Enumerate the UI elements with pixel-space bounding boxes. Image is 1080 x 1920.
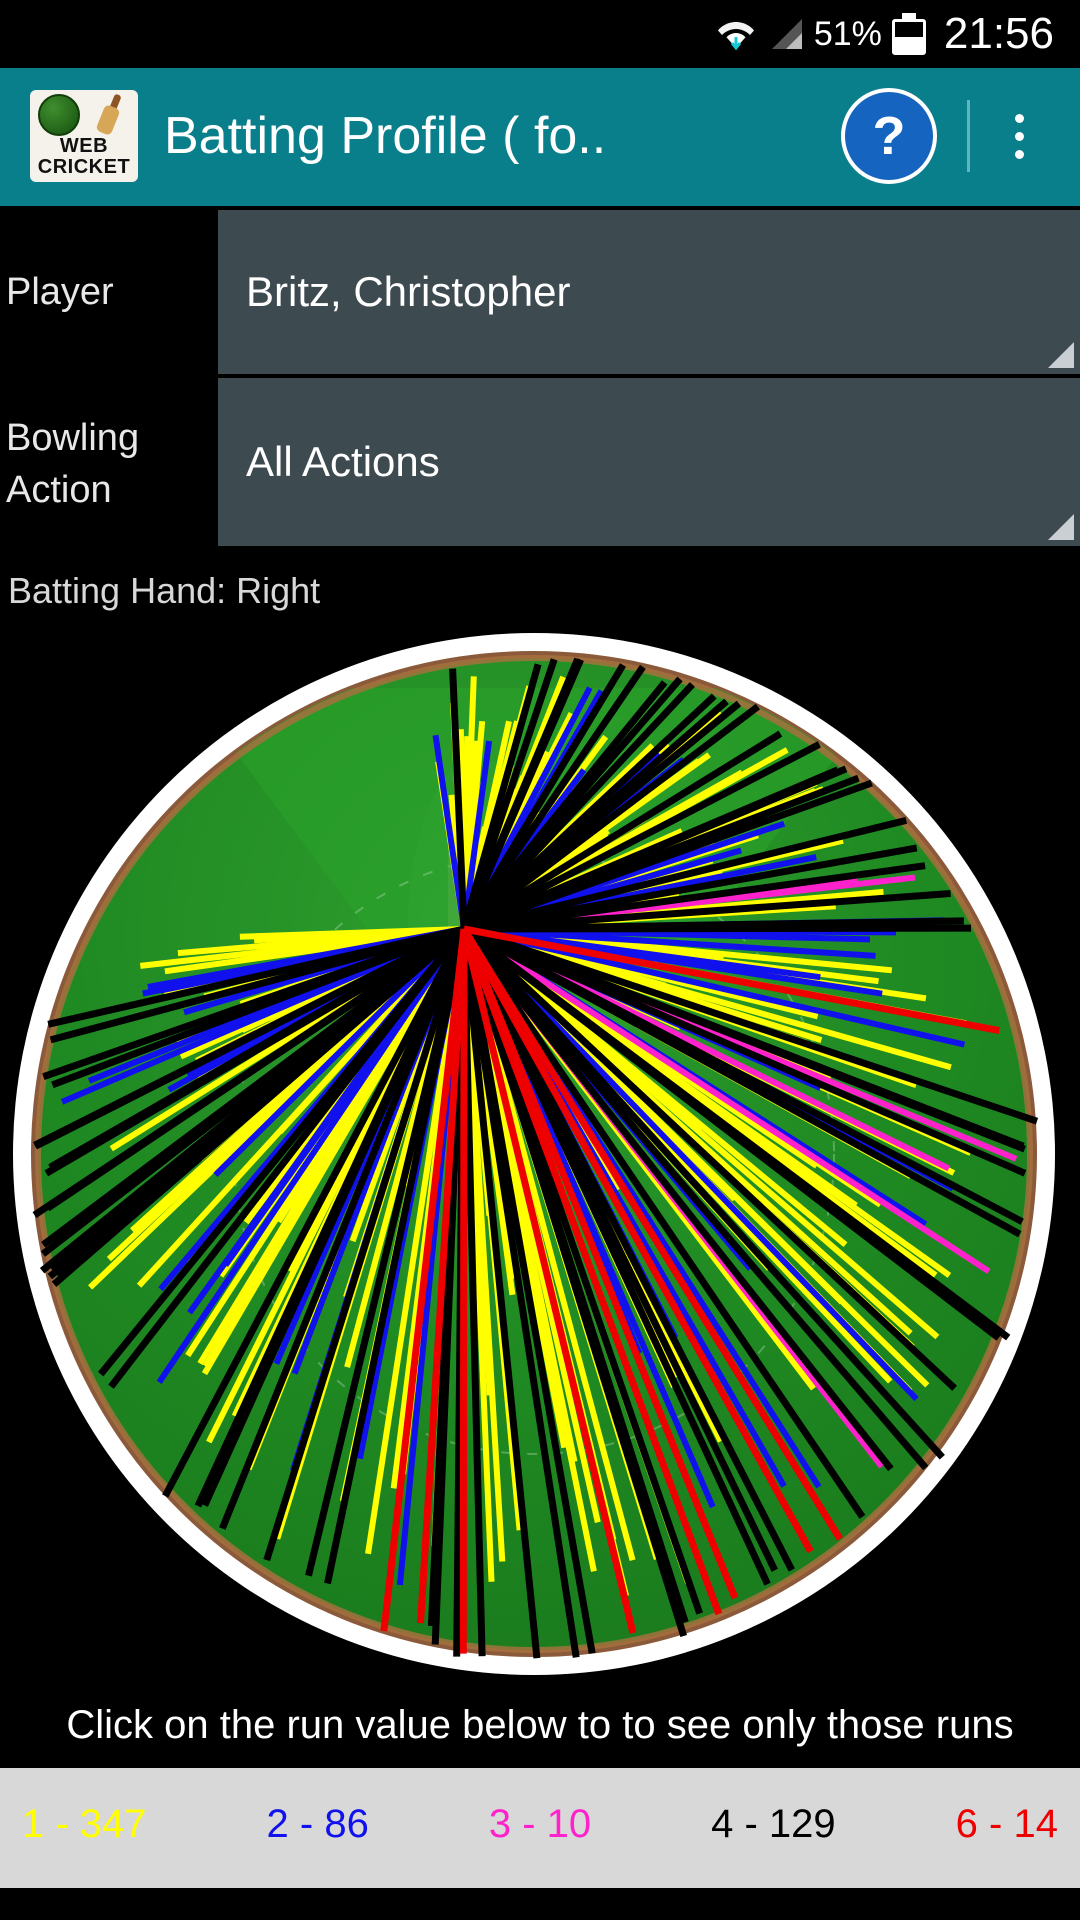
player-label: Player [6, 270, 114, 313]
filter-form: Player Britz, Christopher Bowling Action… [0, 206, 1080, 622]
battery-percent: 51% [813, 14, 882, 53]
help-icon[interactable]: ? [841, 88, 937, 184]
bat-icon [86, 92, 132, 138]
overflow-menu-icon[interactable] [996, 88, 1042, 184]
legend-item-4[interactable]: 4 - 129 [711, 1802, 836, 1847]
player-row: Player Britz, Christopher [0, 206, 1080, 378]
app-bar: WEB CRICKET Batting Profile ( fo.. ? [0, 68, 1080, 206]
wagon-wheel-svg [13, 633, 1055, 1675]
player-value: Britz, Christopher [246, 268, 571, 315]
wifi-icon [716, 14, 756, 54]
bowling-action-value: All Actions [246, 438, 440, 485]
legend-item-6[interactable]: 6 - 14 [956, 1802, 1058, 1847]
legend-item-3[interactable]: 3 - 10 [489, 1802, 591, 1847]
bowling-action-dropdown[interactable]: All Actions [218, 378, 1080, 546]
nav-hint-bar [0, 1880, 1080, 1888]
logo-line1: WEB [59, 135, 109, 157]
chart-hint: Click on the run value below to to see o… [0, 1682, 1080, 1768]
run-legend: 1 - 347 2 - 86 3 - 10 4 - 129 6 - 14 [0, 1768, 1080, 1880]
batting-hand-text: Batting Hand: Right [8, 570, 321, 611]
cell-signal-icon [766, 15, 804, 53]
app-screen: 51% 21:56 WEB CRICKET Batting Profile ( f… [0, 0, 1080, 1920]
chevron-down-icon [1048, 514, 1074, 540]
player-dropdown[interactable]: Britz, Christopher [218, 210, 1080, 374]
bowling-action-row: Bowling Action All Actions [0, 378, 1080, 550]
wagon-wheel-chart[interactable] [0, 622, 1080, 1682]
status-clock: 21:56 [943, 9, 1054, 58]
legend-item-2[interactable]: 2 - 86 [267, 1802, 369, 1847]
bowling-action-label: Bowling Action [6, 417, 140, 511]
page-title: Batting Profile ( fo.. [164, 107, 607, 165]
status-bar: 51% 21:56 [0, 0, 1080, 68]
web-cricket-logo: WEB CRICKET [30, 90, 138, 182]
chevron-down-icon [1048, 342, 1074, 368]
battery-icon [891, 13, 926, 55]
appbar-divider [967, 100, 970, 172]
legend-item-1[interactable]: 1 - 347 [22, 1802, 147, 1847]
wagon-wheel-canvas[interactable] [8, 628, 1060, 1680]
logo-line2: CRICKET [37, 156, 131, 178]
